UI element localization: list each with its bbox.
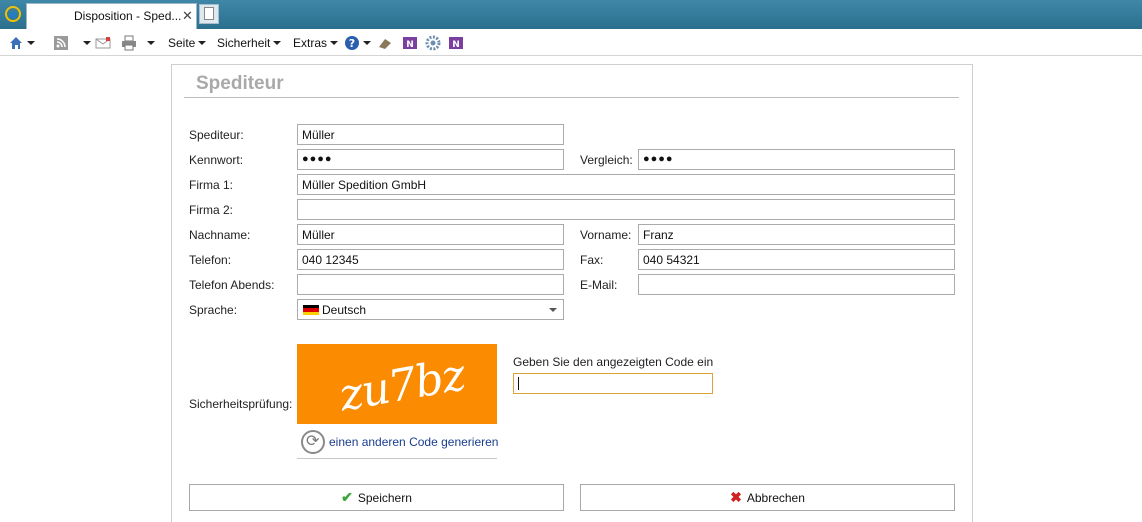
internet-explorer-icon[interactable]: e: [4, 5, 22, 23]
close-tab-icon[interactable]: ✕: [182, 8, 193, 24]
label-telefon: Telefon:: [189, 253, 232, 267]
cross-icon: ✖: [730, 489, 742, 505]
svg-text:N: N: [452, 40, 460, 50]
captcha-refresh[interactable]: einen anderen Code generieren: [297, 428, 498, 459]
checkmark-icon: ✔: [341, 489, 353, 505]
label-vorname: Vorname:: [580, 228, 632, 242]
chevron-down-icon: [330, 40, 339, 45]
label-vergleich: Vergleich:: [580, 153, 633, 167]
fax-field[interactable]: 040 54321: [638, 249, 955, 270]
password-field[interactable]: ●●●●: [297, 149, 564, 170]
menu-sicherheit-label: Sicherheit: [217, 35, 271, 50]
research-button[interactable]: [377, 33, 393, 52]
spediteur-field[interactable]: Müller: [297, 124, 564, 145]
telefon-field[interactable]: 040 12345: [297, 249, 564, 270]
save-button-label: Speichern: [357, 490, 412, 505]
chevron-down-icon: [27, 40, 35, 45]
menu-extras-label: Extras: [293, 35, 328, 50]
new-page-icon: [204, 7, 214, 20]
label-nachname: Nachname:: [189, 228, 251, 242]
label-firma2: Firma 2:: [189, 203, 234, 217]
menu-sicherheit[interactable]: Sicherheit: [217, 33, 282, 52]
label-sprache: Sprache:: [189, 303, 238, 317]
language-select[interactable]: Deutsch: [297, 299, 564, 320]
svg-text:?: ?: [349, 37, 355, 50]
new-tab-button[interactable]: [199, 4, 219, 24]
print-button[interactable]: [121, 33, 155, 52]
chevron-down-icon: [549, 308, 557, 312]
firma2-field[interactable]: [297, 199, 955, 220]
home-icon: [10, 36, 22, 49]
feeds-button[interactable]: [53, 33, 69, 52]
svg-text:N: N: [406, 40, 414, 50]
help-icon: ?: [345, 35, 359, 50]
svg-text:e: e: [9, 8, 16, 21]
help-button[interactable]: ?: [344, 33, 371, 52]
email-field[interactable]: [638, 274, 955, 295]
label-kennwort: Kennwort:: [189, 153, 244, 167]
label-sicherheit: Sicherheitsprüfung:: [189, 397, 293, 411]
text-cursor: [518, 377, 519, 390]
chevron-down-icon: [147, 40, 155, 45]
chevron-down-icon: [363, 40, 371, 45]
nachname-field[interactable]: Müller: [297, 224, 564, 245]
onenote-icon: N: [449, 36, 463, 50]
save-button[interactable]: ✔ Speichern: [189, 484, 564, 511]
cancel-button[interactable]: ✖ Abbrechen: [580, 484, 955, 511]
german-flag-icon: [303, 305, 319, 315]
refresh-icon[interactable]: [301, 430, 325, 454]
browser-tab-active[interactable]: Disposition - Sped... ✕: [26, 3, 197, 29]
mail-button[interactable]: [95, 33, 111, 52]
onenote-send-button[interactable]: N: [448, 33, 464, 52]
cancel-button-label: Abbrechen: [746, 490, 805, 505]
firma1-field[interactable]: Müller Spedition GmbH: [297, 174, 955, 195]
captcha-hint: Geben Sie den angezeigten Code ein: [513, 355, 714, 369]
chevron-down-icon: [198, 40, 207, 45]
home-button[interactable]: [8, 33, 35, 52]
vorname-field[interactable]: Franz: [638, 224, 955, 245]
rss-feed-icon: [54, 35, 68, 50]
captcha-text: zu7bz: [335, 349, 469, 422]
feeds-menu-button[interactable]: [80, 33, 91, 52]
gear-icon: [425, 35, 441, 50]
onenote-button[interactable]: N: [402, 33, 418, 52]
menu-seite[interactable]: Seite: [168, 33, 207, 52]
settings-button[interactable]: [425, 33, 441, 52]
refresh-code-link[interactable]: einen anderen Code generieren: [329, 435, 498, 449]
tab-title: Disposition - Sped...: [74, 9, 182, 23]
onenote-icon: N: [403, 36, 417, 50]
language-select-value: Deutsch: [322, 303, 367, 317]
printer-icon: [122, 35, 136, 50]
label-fax: Fax:: [580, 253, 604, 267]
title-divider: [184, 97, 959, 98]
command-bar: Seite Sicherheit Extras ? N N: [0, 29, 1142, 56]
chevron-down-icon: [83, 40, 91, 45]
label-email: E-Mail:: [580, 278, 618, 292]
menu-seite-label: Seite: [168, 35, 196, 50]
captcha-code-input[interactable]: [513, 373, 713, 394]
chevron-down-icon: [273, 40, 282, 45]
page-title: Spediteur: [196, 73, 284, 94]
telefon-abends-field[interactable]: [297, 274, 564, 295]
browser-tab-bar: e Disposition - Sped... ✕: [0, 0, 1142, 29]
captcha-image: zu7bz: [297, 344, 497, 424]
password-confirm-field[interactable]: ●●●●: [638, 149, 955, 170]
label-telefon-abends: Telefon Abends:: [189, 278, 275, 292]
menu-extras[interactable]: Extras: [293, 33, 339, 52]
label-spediteur: Spediteur:: [189, 128, 244, 142]
mail-icon: [95, 36, 111, 48]
research-icon: [379, 38, 391, 49]
label-firma1: Firma 1:: [189, 178, 234, 192]
